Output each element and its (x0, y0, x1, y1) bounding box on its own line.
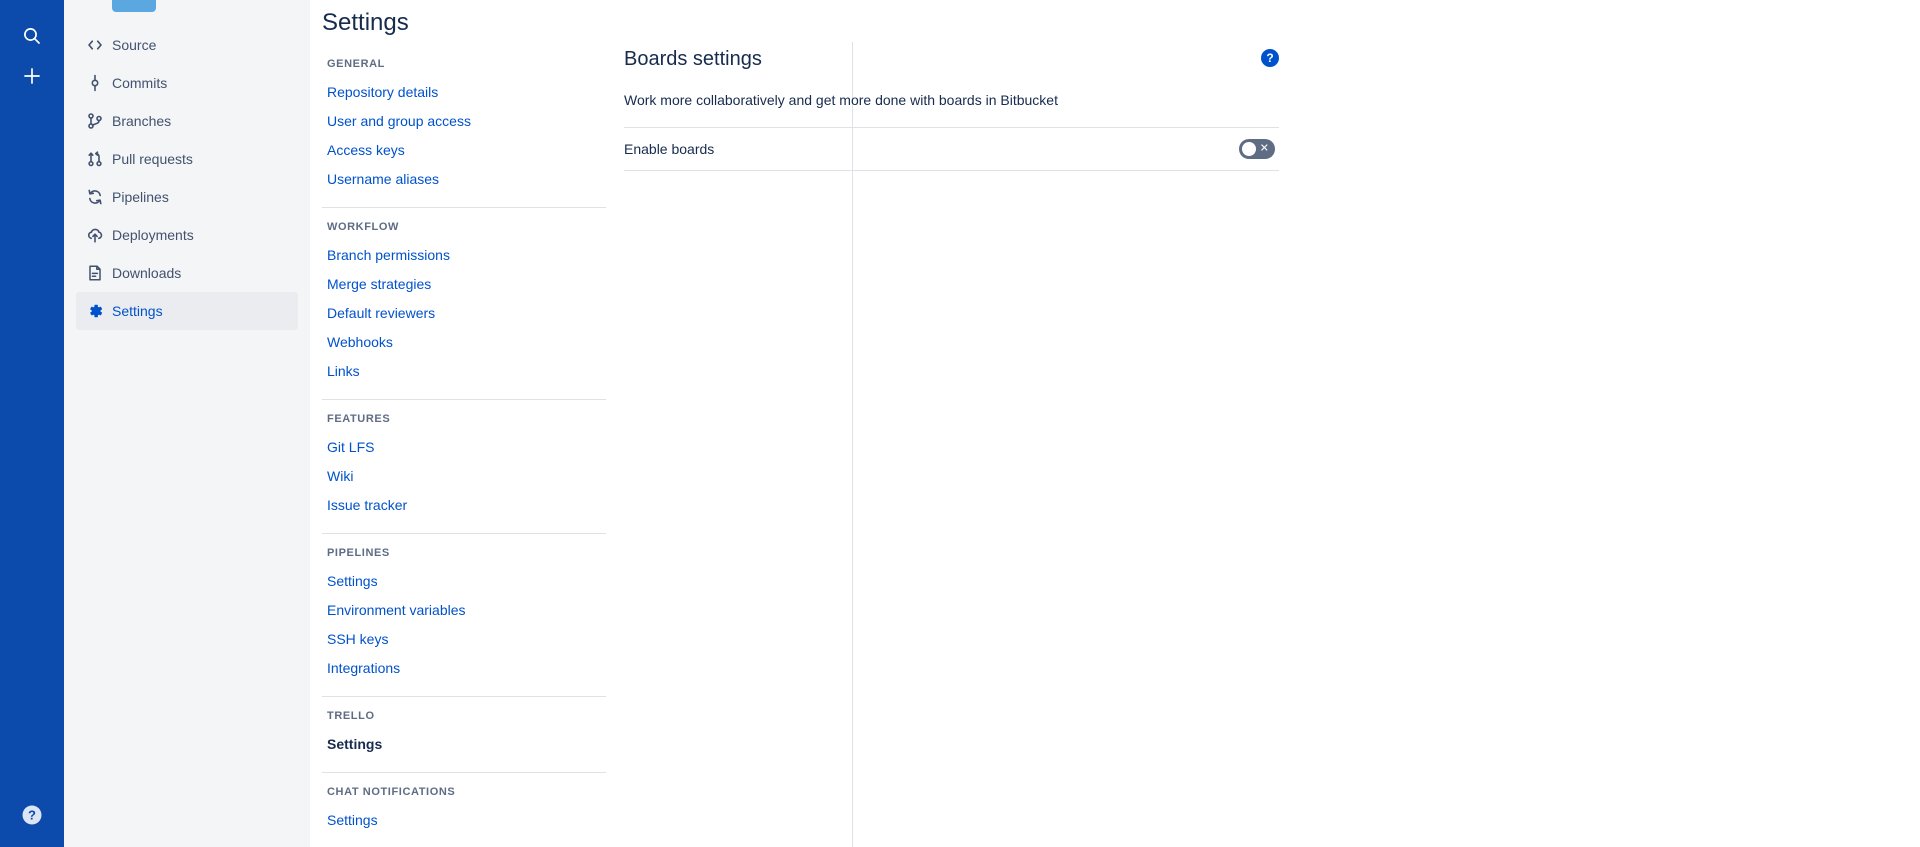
settings-group-trello: TRELLO Settings (322, 696, 606, 761)
sidebar-item-branches[interactable]: Branches (76, 102, 298, 140)
help-icon[interactable]: ? (1261, 49, 1279, 67)
settings-link-integrations[interactable]: Integrations (322, 656, 606, 685)
sidebar-item-label: Deployments (112, 227, 194, 243)
settings-group-heading: CHAT NOTIFICATIONS (327, 786, 456, 798)
sidebar-item-label: Pull requests (112, 151, 193, 167)
settings-group-features: FEATURES Git LFS Wiki Issue tracker (322, 399, 606, 522)
settings-nav-column: Settings GENERAL Repository details User… (310, 0, 853, 847)
settings-link-webhooks[interactable]: Webhooks (322, 330, 606, 359)
downloads-icon (86, 264, 112, 282)
pipelines-icon (86, 188, 112, 206)
settings-nav-groups: GENERAL Repository details User and grou… (310, 38, 606, 837)
settings-link-chat-notifications-settings[interactable]: Settings (322, 808, 606, 837)
panel-description: Work more collaboratively and get more d… (624, 92, 1058, 108)
settings-group-heading: FEATURES (327, 413, 391, 425)
sidebar-item-label: Branches (112, 113, 172, 129)
settings-link-trello-settings[interactable]: Settings (322, 732, 606, 761)
settings-group-heading: PIPELINES (327, 547, 390, 559)
settings-link-merge-strategies[interactable]: Merge strategies (322, 272, 606, 301)
settings-group-chat-notifications: CHAT NOTIFICATIONS Settings (322, 772, 606, 837)
sidebar-item-pipelines[interactable]: Pipelines (76, 178, 298, 216)
code-icon (86, 36, 112, 54)
settings-link-default-reviewers[interactable]: Default reviewers (322, 301, 606, 330)
settings-link-user-and-group-access[interactable]: User and group access (322, 109, 606, 138)
repository-sidebar: Source Commits Branches Pull requests Pi… (64, 0, 310, 847)
enable-boards-label: Enable boards (624, 141, 715, 157)
toggle-knob (1242, 142, 1256, 156)
settings-link-ssh-keys[interactable]: SSH keys (322, 627, 606, 656)
branches-icon (86, 112, 112, 130)
settings-group-pipelines: PIPELINES Settings Environment variables… (322, 533, 606, 685)
settings-link-git-lfs[interactable]: Git LFS (322, 435, 606, 464)
boards-settings-panel: Boards settings ? Work more collaborativ… (624, 46, 1279, 171)
sidebar-item-label: Commits (112, 75, 168, 91)
settings-link-pipelines-settings[interactable]: Settings (322, 569, 606, 598)
sidebar-item-label: Settings (112, 303, 163, 319)
settings-link-environment-variables[interactable]: Environment variables (322, 598, 606, 627)
settings-group-heading: WORKFLOW (327, 221, 400, 233)
settings-link-wiki[interactable]: Wiki (322, 464, 606, 493)
settings-group-heading: GENERAL (327, 58, 385, 70)
settings-link-links[interactable]: Links (322, 359, 606, 388)
global-rail: ? (0, 0, 64, 847)
sidebar-item-settings[interactable]: Settings (76, 292, 298, 330)
svg-text:?: ? (28, 808, 36, 823)
settings-group-heading: TRELLO (327, 710, 375, 722)
sidebar-item-label: Source (112, 37, 157, 53)
sidebar-item-label: Pipelines (112, 189, 169, 205)
deployments-icon (86, 226, 112, 244)
settings-group-general: GENERAL Repository details User and grou… (322, 58, 606, 196)
sidebar-item-pull-requests[interactable]: Pull requests (76, 140, 298, 178)
commit-icon (86, 74, 112, 92)
settings-group-workflow: WORKFLOW Branch permissions Merge strate… (322, 207, 606, 388)
panel-title: Boards settings (624, 48, 762, 70)
enable-boards-row: Enable boards ✕ (624, 127, 1279, 171)
enable-boards-toggle[interactable]: ✕ (1239, 139, 1275, 159)
sidebar-item-downloads[interactable]: Downloads (76, 254, 298, 292)
settings-link-branch-permissions[interactable]: Branch permissions (322, 243, 606, 272)
settings-link-issue-tracker[interactable]: Issue tracker (322, 493, 606, 522)
repository-avatar[interactable] (112, 0, 156, 12)
pull-request-icon (86, 150, 112, 168)
gear-icon (86, 302, 112, 320)
settings-link-repository-details[interactable]: Repository details (322, 80, 606, 109)
help-icon[interactable]: ? (12, 795, 52, 835)
sidebar-item-deployments[interactable]: Deployments (76, 216, 298, 254)
repository-nav-list: Source Commits Branches Pull requests Pi… (64, 0, 310, 330)
app-root: ? Source Commits Branches Pull requests … (0, 0, 1920, 847)
settings-link-username-aliases[interactable]: Username aliases (322, 167, 606, 196)
page-title: Settings (322, 9, 409, 36)
sidebar-item-label: Downloads (112, 265, 182, 281)
sidebar-item-source[interactable]: Source (76, 26, 298, 64)
main-content: Boards settings ? Work more collaborativ… (606, 0, 1920, 847)
toggle-off-mark: ✕ (1259, 142, 1269, 155)
settings-link-access-keys[interactable]: Access keys (322, 138, 606, 167)
search-icon[interactable] (12, 16, 52, 56)
plus-icon[interactable] (12, 56, 52, 96)
help-glyph: ? (1266, 51, 1274, 65)
sidebar-item-commits[interactable]: Commits (76, 64, 298, 102)
